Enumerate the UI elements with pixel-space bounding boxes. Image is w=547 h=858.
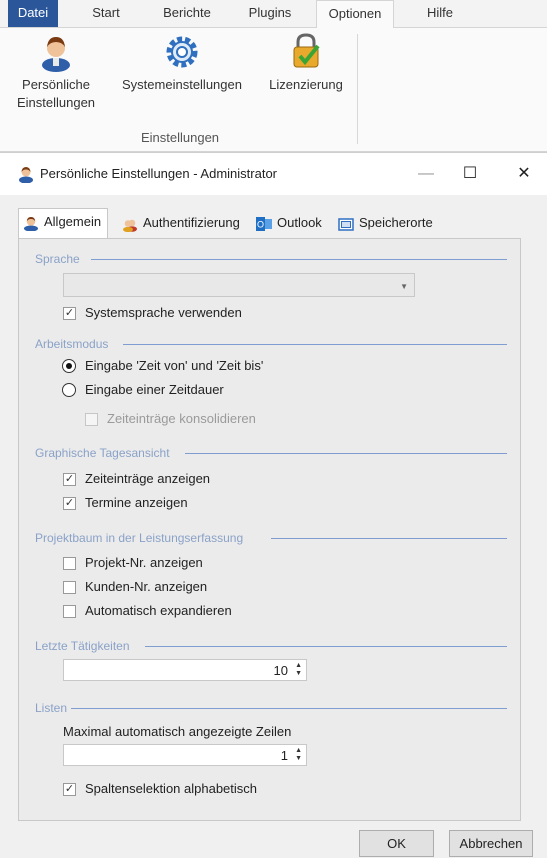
tab-outlook-label: Outlook: [277, 215, 322, 230]
recent-activities-value: 10: [273, 663, 288, 678]
licensing-button[interactable]: Lizenzierung: [262, 32, 350, 94]
maximize-button[interactable]: ☐: [450, 159, 490, 189]
auto-expand-checkbox[interactable]: [63, 605, 76, 618]
section-title-arbeitsmodus: Arbeitsmodus: [35, 337, 109, 351]
customer-nr-label: Kunden-Nr. anzeigen: [85, 579, 208, 594]
licensing-label: Lizenzierung: [269, 77, 343, 92]
system-settings-label: Systemeinstellungen: [122, 77, 242, 92]
section-divider: [185, 453, 507, 454]
dialog-title: Persönliche Einstellungen - Administrato…: [40, 166, 278, 181]
tab-berichte[interactable]: Berichte: [152, 0, 222, 28]
max-rows-spinner[interactable]: 1 ▲ ▼: [63, 744, 307, 766]
ribbon-body: Persönliche Einstellungen Systemeinstell…: [0, 28, 547, 152]
project-nr-checkbox[interactable]: [63, 557, 76, 570]
ribbon-group-label: Einstellungen: [140, 130, 220, 145]
radio-zeitdauer[interactable]: [62, 383, 76, 397]
cancel-button[interactable]: Abbrechen: [449, 830, 533, 857]
recent-activities-spinner[interactable]: 10 ▲ ▼: [63, 659, 307, 681]
ribbon-group-separator: [357, 34, 358, 144]
section-title-listen: Listen: [35, 701, 68, 715]
section-divider: [271, 538, 507, 539]
dialog-titlebar: Persönliche Einstellungen - Administrato…: [0, 153, 547, 195]
tab-authentifizierung-label: Authentifizierung: [143, 215, 240, 230]
radio-zeitdauer-label: Eingabe einer Zeitdauer: [85, 382, 224, 397]
user-icon: [42, 37, 70, 72]
system-language-checkbox[interactable]: ✓: [63, 307, 76, 320]
tab-allgemein-label: Allgemein: [44, 214, 102, 229]
tab-start[interactable]: Start: [80, 0, 132, 28]
customer-nr-checkbox[interactable]: [63, 581, 76, 594]
section-divider: [145, 646, 507, 647]
alphabetical-label: Spaltenselektion alphabetisch: [85, 781, 258, 796]
max-rows-value: 1: [280, 748, 288, 763]
ok-button[interactable]: OK: [359, 830, 434, 857]
alphabetical-checkbox[interactable]: ✓: [63, 783, 76, 796]
chevron-down-icon: ▼: [400, 282, 408, 291]
section-title-projektbaum: Projektbaum in der Leistungserfassung: [35, 531, 244, 545]
radio-zeit-von-bis-label: Eingabe 'Zeit von' und 'Zeit bis': [85, 358, 264, 373]
language-combobox[interactable]: ▼: [63, 273, 415, 297]
spin-arrows-icon[interactable]: ▲ ▼: [295, 662, 302, 678]
system-settings-button[interactable]: Systemeinstellungen: [112, 32, 252, 94]
tab-outlook[interactable]: O Outlook: [256, 210, 322, 238]
consolidate-checkbox[interactable]: [85, 413, 98, 426]
personal-settings-button[interactable]: Persönliche Einstellungen: [10, 32, 102, 112]
section-title-tagesansicht: Graphische Tagesansicht: [35, 446, 170, 460]
tab-datei[interactable]: Datei: [8, 0, 58, 27]
section-title-sprache: Sprache: [35, 252, 80, 266]
auto-expand-label: Automatisch expandieren: [85, 603, 232, 618]
project-nr-label: Projekt-Nr. anzeigen: [85, 555, 203, 570]
user-icon: [19, 167, 33, 183]
max-rows-label: Maximal automatisch angezeigte Zeilen: [63, 724, 292, 739]
folder-icon: [338, 217, 354, 231]
show-entries-checkbox[interactable]: ✓: [63, 473, 76, 486]
section-divider: [123, 344, 507, 345]
consolidate-label: Zeiteinträge konsolidieren: [107, 411, 256, 426]
radio-zeit-von-bis[interactable]: [62, 359, 76, 373]
tab-allgemein[interactable]: Allgemein: [18, 208, 109, 239]
tab-optionen[interactable]: Optionen: [316, 0, 394, 29]
personal-settings-dialog: Persönliche Einstellungen - Administrato…: [0, 152, 547, 858]
ribbon-tab-bar: Datei Start Berichte Plugins Optionen Hi…: [0, 0, 547, 29]
tab-speicherorte-label: Speicherorte: [359, 215, 433, 230]
show-appointments-checkbox[interactable]: ✓: [63, 497, 76, 510]
user-icon: [24, 216, 38, 231]
system-language-label: Systemsprache verwenden: [85, 305, 242, 320]
tab-panel-allgemein: Sprache ▼ ✓ Systemsprache verwenden Arbe…: [18, 238, 521, 821]
users-icon: [123, 219, 137, 232]
outlook-icon: O: [256, 216, 272, 231]
personal-settings-label-line2: Einstellungen: [16, 95, 96, 110]
close-button[interactable]: ✕: [504, 159, 544, 189]
license-lock-icon: [293, 33, 320, 68]
tab-hilfe[interactable]: Hilfe: [418, 0, 462, 28]
section-divider: [91, 259, 507, 260]
tab-speicherorte[interactable]: Speicherorte: [338, 210, 433, 238]
minimize-button[interactable]: —: [406, 159, 446, 189]
svg-text:O: O: [257, 219, 264, 229]
gear-icon: [166, 36, 198, 68]
section-title-letzte: Letzte Tätigkeiten: [35, 639, 130, 653]
tab-plugins[interactable]: Plugins: [240, 0, 300, 28]
spin-arrows-icon[interactable]: ▲ ▼: [295, 747, 302, 763]
show-appointments-label: Termine anzeigen: [85, 495, 188, 510]
show-entries-label: Zeiteinträge anzeigen: [85, 471, 211, 486]
section-divider: [71, 708, 507, 709]
tab-authentifizierung[interactable]: Authentifizierung: [122, 210, 240, 238]
personal-settings-label-line1: Persönliche: [22, 77, 90, 92]
